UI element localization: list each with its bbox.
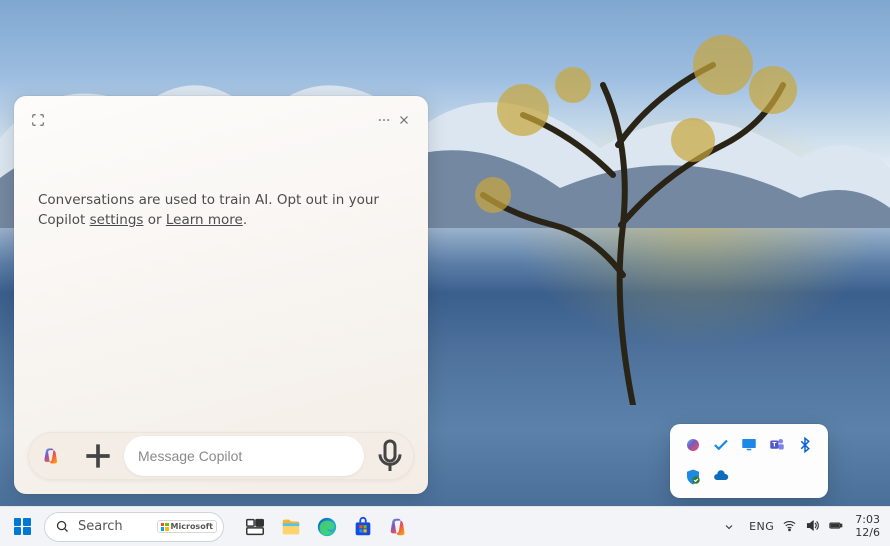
- start-button[interactable]: [8, 513, 36, 541]
- pinned-apps: [242, 514, 412, 540]
- system-tray-flyout: T: [670, 424, 828, 498]
- checkmark-icon[interactable]: [710, 434, 732, 456]
- copilot-icon[interactable]: [386, 514, 412, 540]
- settings-link[interactable]: settings: [90, 212, 144, 228]
- volume-icon[interactable]: [805, 518, 820, 536]
- taskbar: Search Microsoft: [0, 506, 890, 546]
- learn-more-link[interactable]: Learn more: [166, 212, 243, 228]
- date-label: 12/6: [855, 527, 880, 540]
- edge-icon[interactable]: [314, 514, 340, 540]
- copilot-titlebar: [28, 110, 414, 130]
- message-input[interactable]: [138, 448, 350, 464]
- training-notice: Conversations are used to train AI. Opt …: [38, 190, 404, 231]
- copilot-window: Conversations are used to train AI. Opt …: [14, 96, 428, 494]
- microsoft-badge: Microsoft: [157, 520, 217, 533]
- search-icon: [55, 519, 70, 534]
- battery-icon[interactable]: [828, 518, 843, 536]
- add-button[interactable]: [78, 436, 118, 476]
- search-label: Search: [78, 519, 149, 534]
- bluetooth-icon[interactable]: [794, 434, 816, 456]
- tray-overflow-button[interactable]: [717, 515, 741, 539]
- file-explorer-icon[interactable]: [278, 514, 304, 540]
- language-indicator[interactable]: ENG: [749, 520, 774, 533]
- teams-icon[interactable]: T: [766, 434, 788, 456]
- microsoft-store-icon[interactable]: [350, 514, 376, 540]
- wifi-icon[interactable]: [782, 518, 797, 536]
- more-options-icon[interactable]: [374, 110, 394, 130]
- copilot-icon[interactable]: [682, 434, 704, 456]
- notice-text: .: [243, 212, 247, 228]
- expand-icon[interactable]: [28, 110, 48, 130]
- copilot-logo-icon[interactable]: [32, 436, 72, 476]
- clock[interactable]: 7:03 12/6: [855, 514, 880, 539]
- microphone-button[interactable]: [370, 436, 410, 476]
- notice-text: or: [143, 212, 165, 228]
- security-shield-icon[interactable]: [682, 466, 704, 488]
- onedrive-icon[interactable]: [710, 466, 732, 488]
- monitor-icon[interactable]: [738, 434, 760, 456]
- time-label: 7:03: [855, 514, 880, 527]
- task-view-icon[interactable]: [242, 514, 268, 540]
- compose-bar: [28, 432, 414, 480]
- close-icon[interactable]: [394, 110, 414, 130]
- message-input-container[interactable]: [124, 436, 364, 476]
- taskbar-search[interactable]: Search Microsoft: [44, 512, 224, 542]
